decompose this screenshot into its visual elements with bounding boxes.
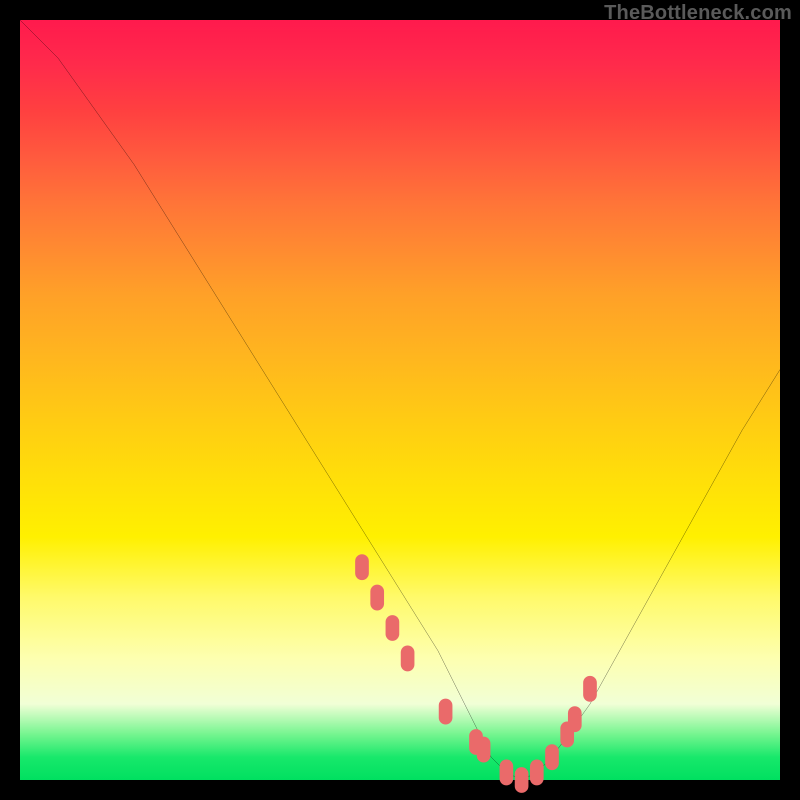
marker-dot <box>568 706 582 732</box>
marker-dot <box>386 615 400 641</box>
marker-dot <box>439 699 453 725</box>
curve-path <box>20 20 780 780</box>
marker-dot <box>401 645 415 671</box>
marker-dot <box>355 554 369 580</box>
chart-svg <box>20 20 780 780</box>
plot-frame <box>20 20 780 780</box>
marker-dot <box>545 744 559 770</box>
marker-dot <box>370 585 384 611</box>
marker-dot <box>583 676 597 702</box>
marker-dot <box>500 759 514 785</box>
marker-dot <box>515 767 529 793</box>
marker-group <box>355 554 597 793</box>
marker-dot <box>477 737 491 763</box>
marker-dot <box>530 759 544 785</box>
